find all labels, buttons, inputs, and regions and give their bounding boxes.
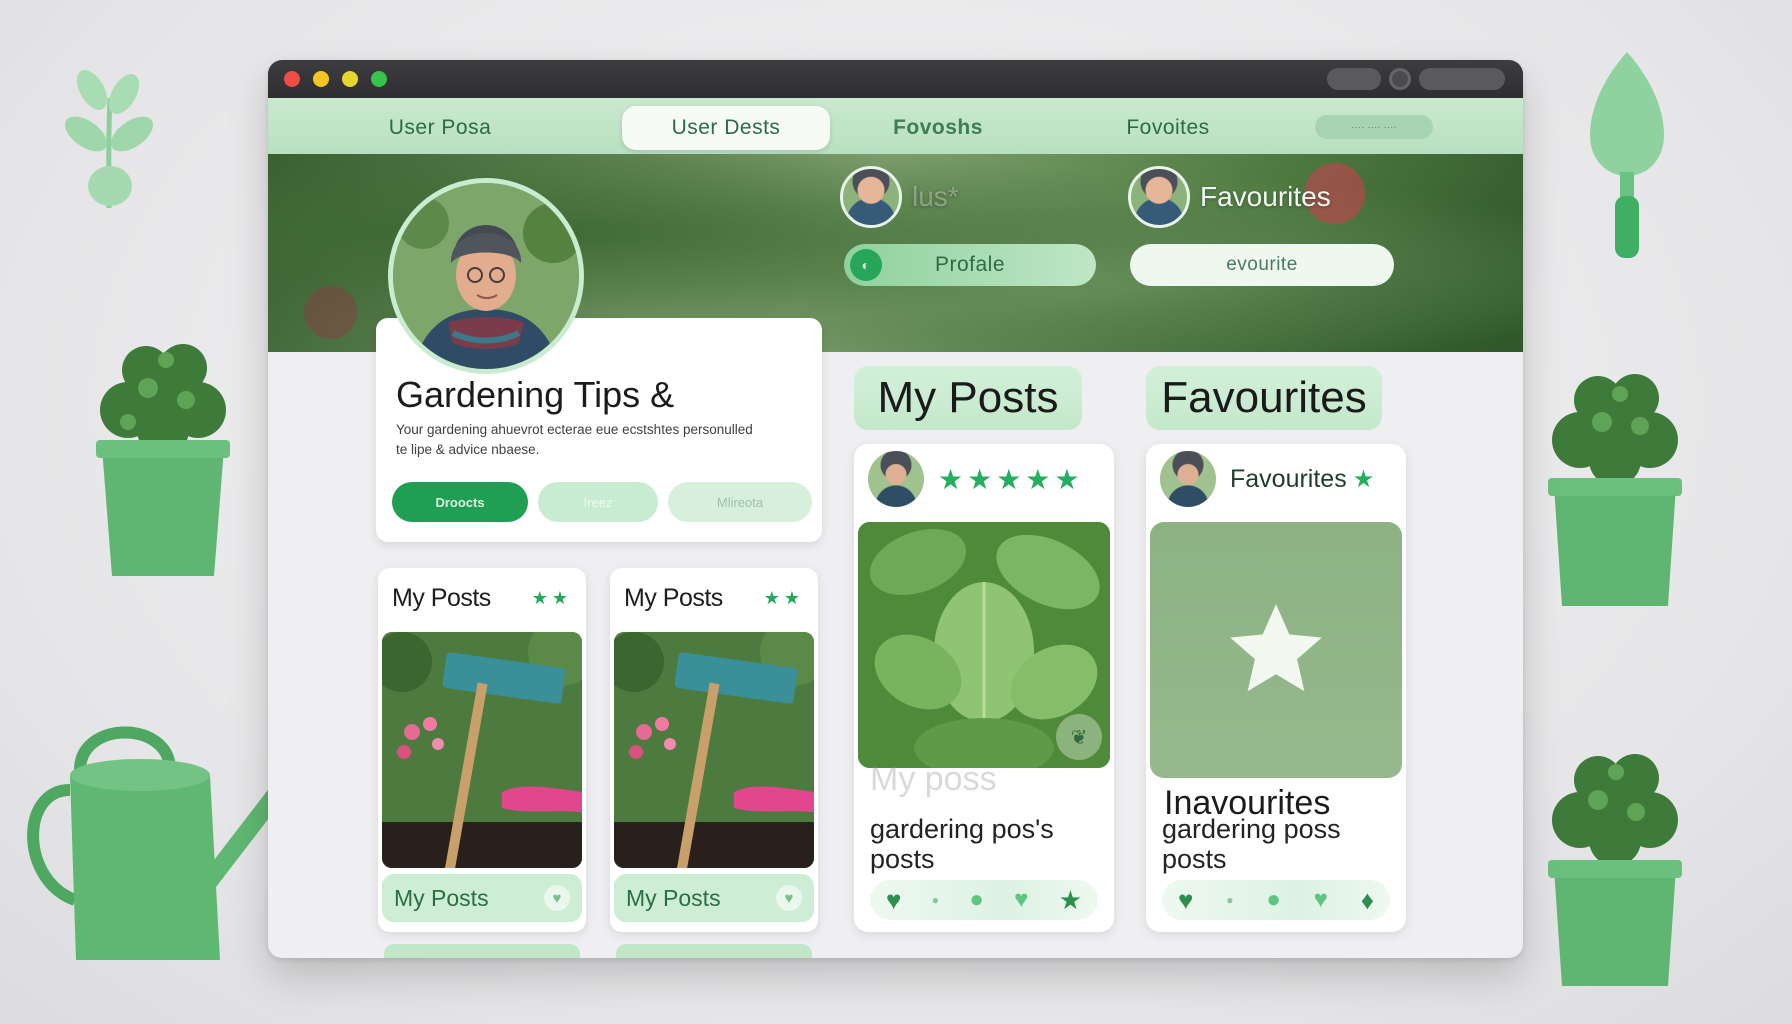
heart-outline-icon[interactable]: ♥: [1314, 888, 1328, 912]
rating-stars-icon: ★★: [531, 587, 572, 608]
user-avatar: [1160, 451, 1216, 507]
hero-user-two[interactable]: Favourites: [1128, 166, 1331, 228]
hero-user-two-label: Favourites: [1200, 181, 1331, 212]
card-faint-caption: My poss: [870, 760, 997, 798]
hero-user-one-label: lus*: [912, 181, 959, 212]
garden-photo: [382, 632, 582, 868]
title-bar-search[interactable]: [1419, 68, 1505, 90]
heart-icon[interactable]: ♥: [1178, 887, 1193, 913]
title-bar-toggle[interactable]: [1327, 68, 1381, 90]
heart-outline-icon[interactable]: ♥: [1014, 888, 1028, 912]
profile-secondary-button[interactable]: Ireez: [538, 482, 658, 522]
heart-icon[interactable]: ♥: [886, 887, 901, 913]
card-title: My Posts: [392, 583, 491, 612]
title-bar-settings-icon[interactable]: [1389, 68, 1411, 90]
user-avatar: [868, 451, 924, 507]
star-icon[interactable]: ★: [1059, 887, 1082, 913]
user-avatar: [840, 166, 902, 228]
tab-bar: User Posa User Dests Fovoshs Fovoites: [268, 98, 1523, 154]
my-posts-card[interactable]: My Posts ★★ My Posts ♥: [610, 568, 818, 932]
profile-tertiary-button[interactable]: Mlireota: [668, 482, 812, 522]
favourite-button[interactable]: evourite: [1130, 244, 1394, 286]
leaf-photo: ❦: [858, 522, 1110, 768]
my-posts-card[interactable]: My Posts ★★ My Posts ♥: [378, 568, 586, 932]
next-card-peek: [616, 944, 812, 958]
card-header: My Posts ★★: [610, 568, 818, 628]
card-header: Favourites ★: [1146, 444, 1406, 514]
profile-button-label: Profale: [934, 253, 1006, 276]
card-footer[interactable]: My Posts ♥: [382, 874, 582, 922]
profile-description: Your gardening ahuevrot ecterae eue ecst…: [396, 422, 753, 457]
extra-window-button[interactable]: [371, 71, 387, 87]
card-header: My Posts ★★: [378, 568, 586, 628]
profile-primary-button[interactable]: Droocts: [392, 482, 528, 522]
comment-icon[interactable]: ●: [1226, 894, 1233, 906]
comment-icon[interactable]: ●: [932, 894, 939, 906]
card-body-text: gardering pos's posts: [870, 814, 1054, 874]
card-header: ★★★★★: [854, 444, 1114, 514]
favourites-feature-card[interactable]: Favourites ★ Inavourites gardering poss p…: [1146, 444, 1406, 932]
card-head-label: Favourites: [1230, 464, 1347, 493]
leaf-badge-icon[interactable]: ❦: [1056, 714, 1102, 760]
card-action-bar: ♥ ● ● ♥ ♦: [1162, 880, 1390, 920]
card-footer-label: My Posts: [394, 884, 489, 911]
profile-toggle-icon: ◐: [850, 249, 882, 281]
title-bar-controls: [1327, 68, 1505, 90]
profile-photo: [388, 178, 584, 374]
star-icon: [1230, 604, 1322, 692]
status-dot-icon[interactable]: ●: [1266, 888, 1281, 912]
minimize-window-button[interactable]: [313, 71, 329, 87]
rating-stars-icon: ★★: [763, 587, 804, 608]
heart-icon[interactable]: ♥: [544, 885, 570, 911]
title-bar: [268, 60, 1523, 98]
next-card-peek: [384, 944, 580, 958]
potted-plant-left: [96, 344, 230, 576]
garden-trowel-decoration: [1590, 52, 1664, 258]
card-footer-label: My Posts: [626, 884, 721, 911]
my-posts-feature-card[interactable]: ★★★★★ ❦ My poss gardering pos's posts ♥ …: [854, 444, 1114, 932]
card-body-text: gardering poss posts: [1162, 814, 1341, 874]
star-icon: ★: [1352, 465, 1375, 493]
tab-favourites[interactable]: Fovoites: [1068, 106, 1268, 150]
tab-favourites-bold[interactable]: Fovoshs: [838, 106, 1038, 150]
leaf-sprig-decoration: [64, 70, 154, 208]
my-posts-section-title[interactable]: My Posts: [854, 366, 1082, 430]
potted-plant-right-bottom: [1548, 754, 1682, 986]
profile-button[interactable]: ◐ Profale: [844, 244, 1096, 286]
close-window-button[interactable]: [284, 71, 300, 87]
user-avatar: [1128, 166, 1190, 228]
potted-plant-right-top: [1548, 374, 1682, 606]
tab-bar-search-input[interactable]: [1315, 115, 1433, 139]
tab-user-dests[interactable]: User Dests: [622, 106, 830, 150]
rating-stars-icon: ★★★★★: [938, 463, 1084, 495]
garden-photo: [614, 632, 814, 868]
fullscreen-window-button[interactable]: [342, 71, 358, 87]
heart-icon[interactable]: ♥: [776, 885, 802, 911]
tab-user-posts[interactable]: User Posa: [340, 106, 540, 150]
profile-title: Gardening Tips &: [396, 374, 675, 415]
garden-sign-image: [614, 632, 814, 868]
card-title: My Posts: [624, 583, 723, 612]
hero-user-one[interactable]: lus*: [840, 166, 959, 228]
app-window: User Posa User Dests Fovoshs Fovoites lu…: [268, 60, 1523, 958]
gardener-portrait-image: [393, 183, 579, 369]
card-footer[interactable]: My Posts ♥: [614, 874, 814, 922]
favourite-placeholder: [1150, 522, 1402, 778]
card-action-bar: ♥ ● ● ♥ ★: [870, 880, 1098, 920]
favourites-section-title[interactable]: Favourites: [1146, 366, 1382, 430]
status-dot-icon[interactable]: ●: [969, 888, 984, 912]
garden-sign-image: [382, 632, 582, 868]
bookmark-icon[interactable]: ♦: [1361, 887, 1374, 913]
